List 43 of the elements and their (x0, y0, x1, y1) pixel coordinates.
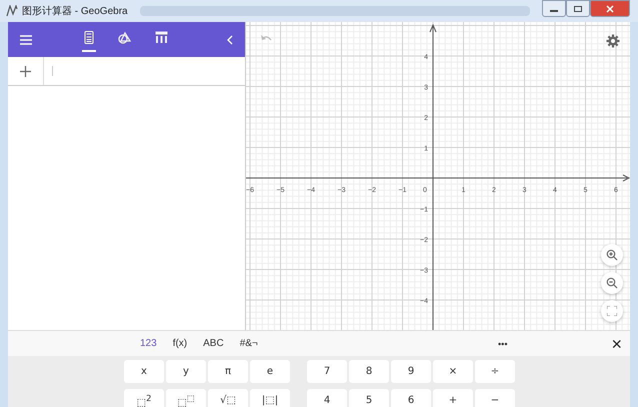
fullscreen-button[interactable] (601, 300, 623, 322)
keyboard-key[interactable]: 8 (349, 360, 389, 383)
fullscreen-icon (607, 306, 617, 316)
keyboard-tab[interactable]: ABC (195, 338, 232, 349)
keyboard-key[interactable]: 9 (391, 360, 431, 383)
keyboard-key[interactable]: × (433, 360, 473, 383)
maximize-button[interactable] (566, 0, 590, 17)
keyboard-key[interactable]: |⬚| (250, 389, 290, 407)
window-title: 图形计算器 - GeoGebra (22, 4, 128, 18)
curve-logo-icon (6, 5, 18, 17)
keyboard-key[interactable]: + (433, 389, 473, 407)
calculator-icon (84, 31, 94, 44)
minimize-button[interactable] (542, 0, 566, 17)
keyboard-key[interactable]: 4 (307, 389, 347, 407)
close-icon (605, 4, 615, 12)
more-button[interactable]: ••• (498, 338, 508, 348)
settings-icon[interactable] (606, 34, 620, 48)
zoom-out-icon (606, 277, 618, 289)
keyboard-key[interactable]: 6 (391, 389, 431, 407)
keyboard-key[interactable]: − (475, 389, 515, 407)
table-icon (155, 31, 168, 43)
zoom-in-icon (606, 249, 618, 261)
circle-triangle-icon (118, 31, 131, 44)
collapse-chevron-icon[interactable] (225, 32, 235, 46)
keyboard-key[interactable]: e (250, 360, 290, 383)
keyboard-tab[interactable]: f(x) (164, 338, 196, 349)
keyboard-key[interactable]: ⬚$^{2}$ (124, 389, 164, 407)
close-keyboard-button[interactable]: × (603, 334, 630, 352)
keyboard-key[interactable]: 5 (349, 389, 389, 407)
zoom-out-button[interactable] (601, 272, 623, 294)
keyboard-key[interactable]: ⬚$^{⬚}$ (166, 389, 206, 407)
zoom-in-button[interactable] (601, 244, 623, 266)
keyboard-key[interactable]: ÷ (475, 360, 515, 383)
keyboard-tab[interactable]: 123 (132, 338, 165, 349)
keyboard-key[interactable]: y (166, 360, 206, 383)
menu-icon[interactable] (18, 32, 34, 46)
close-button[interactable] (590, 0, 630, 17)
keyboard-key[interactable]: 7 (307, 360, 347, 383)
keyboard-key[interactable]: x (124, 360, 164, 383)
keyboard-key[interactable]: √⬚ (208, 389, 248, 407)
maximize-icon (573, 4, 583, 12)
keyboard-key[interactable]: π (208, 360, 248, 383)
keyboard-tab[interactable]: #&¬ (232, 338, 266, 349)
